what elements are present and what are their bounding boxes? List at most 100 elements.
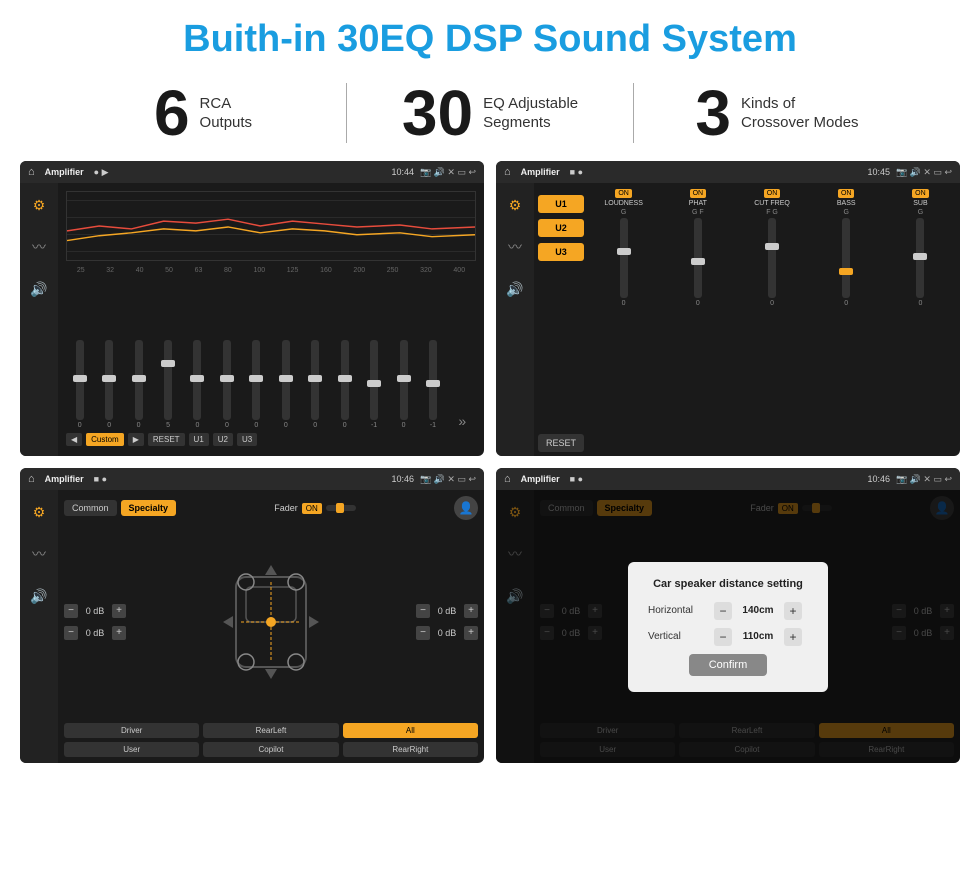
vertical-label: Vertical [648,631,708,642]
preset-u1[interactable]: U1 [538,195,584,213]
sub-slider[interactable] [916,218,924,298]
home-icon4[interactable]: ⌂ [504,473,511,485]
wave-icon[interactable]: 〰 [25,233,53,261]
cutfreq-on[interactable]: ON [764,189,781,198]
horizontal-value: 140cm [738,605,778,616]
loudness-on[interactable]: ON [615,189,632,198]
db-plus-4[interactable]: + [464,626,478,640]
db-val-4: 0 dB [433,628,461,638]
screen2-time: 10:45 [867,167,890,177]
bass-val: 0 [844,300,848,307]
screen3-main: Common Specialty Fader ON 👤 [58,490,484,763]
screen3-sidebar: ⚙ 〰 🔊 [20,490,58,763]
cutfreq-label: CUT FREQ [754,200,790,207]
avatar-btn[interactable]: 👤 [454,496,478,520]
horizontal-label: Horizontal [648,605,708,616]
screen1-topbar-icons: 📷 🔊 ✕ ▭ ↩ [420,167,476,178]
db-minus-4[interactable]: − [416,626,430,640]
home-icon[interactable]: ⌂ [28,166,35,178]
loudness-slider[interactable] [620,218,628,298]
screen1-sidebar: ⚙ 〰 🔊 [20,183,58,456]
dialog-box: Car speaker distance setting Horizontal … [628,562,828,692]
confirm-button[interactable]: Confirm [689,654,768,676]
eq-icon[interactable]: ⚙ [25,191,53,219]
sub-label: SUB [913,200,927,207]
db-plus-1[interactable]: + [112,604,126,618]
home-icon2[interactable]: ⌂ [504,166,511,178]
phat-label: PHAT [689,200,707,207]
db-minus-3[interactable]: − [416,604,430,618]
eq-sliders[interactable]: 0 0 0 5 0 0 0 0 0 0 -1 0 -1 » [66,280,476,429]
eq-chart [66,191,476,261]
db-minus-1[interactable]: − [64,604,78,618]
eq-freq-labels: 253240506380100125160200250320400 [66,267,476,274]
eq-bottom-bar[interactable]: ◀ Custom ▶ RESET U1 U2 U3 [66,429,476,448]
eq-u3-btn[interactable]: U3 [237,433,257,446]
eq-u2-btn[interactable]: U2 [213,433,233,446]
stat-crossover-label: Kinds ofCrossover Modes [741,94,859,133]
screen1-title: Amplifier [45,167,84,177]
tab-specialty[interactable]: Specialty [121,500,177,516]
eq-icon2[interactable]: ⚙ [501,191,529,219]
sub-g: G [918,209,923,216]
home-icon3[interactable]: ⌂ [28,473,35,485]
stat-rca: 6 RCAOutputs [60,81,346,145]
sub-val: 0 [918,300,922,307]
horizontal-plus[interactable]: + [784,602,802,620]
eq-u1-btn[interactable]: U1 [189,433,209,446]
stat-rca-number: 6 [154,81,190,145]
btn-user[interactable]: User [64,742,199,757]
bass-on[interactable]: ON [838,189,855,198]
cutfreq-fg: F G [766,209,778,216]
channel-sub: ON SUB G 0 [885,187,956,452]
btn-all[interactable]: All [343,723,478,738]
db-minus-2[interactable]: − [64,626,78,640]
screen4-time: 10:46 [867,474,890,484]
fader-label: Fader [274,503,298,513]
wave-icon3[interactable]: 〰 [25,540,53,568]
db-plus-3[interactable]: + [464,604,478,618]
cutfreq-val: 0 [770,300,774,307]
vertical-minus[interactable]: − [714,628,732,646]
phat-on[interactable]: ON [690,189,707,198]
eq-icon3[interactable]: ⚙ [25,498,53,526]
db-plus-2[interactable]: + [112,626,126,640]
btn-driver[interactable]: Driver [64,723,199,738]
cutfreq-slider[interactable] [768,218,776,298]
btn-copilot[interactable]: Copilot [203,742,338,757]
btn-rearright[interactable]: RearRight [343,742,478,757]
preset-u2[interactable]: U2 [538,219,584,237]
speaker-icon[interactable]: 🔊 [25,275,53,303]
fader-on-btn[interactable]: ON [302,503,322,514]
preset-u3[interactable]: U3 [538,243,584,261]
car-diagram [132,547,410,697]
screen1-topbar: ⌂ Amplifier ● ▶ 10:44 📷 🔊 ✕ ▭ ↩ [20,161,484,183]
sub-on[interactable]: ON [912,189,929,198]
screen2-status: ■ ● [570,167,583,177]
screen-eq: ⌂ Amplifier ● ▶ 10:44 📷 🔊 ✕ ▭ ↩ ⚙ 〰 🔊 [20,161,484,456]
speaker-icon2[interactable]: 🔊 [501,275,529,303]
btn-rearleft[interactable]: RearLeft [203,723,338,738]
wave-icon2[interactable]: 〰 [501,233,529,261]
screen3-bottom-btns[interactable]: Driver RearLeft All User Copilot RearRig… [64,723,478,757]
tab-common[interactable]: Common [64,500,117,516]
phat-slider[interactable] [694,218,702,298]
eq-play-btn[interactable]: ▶ [128,433,144,446]
dialog-overlay: Car speaker distance setting Horizontal … [496,490,960,763]
screen3-tabs[interactable]: Common Specialty [64,500,176,516]
phat-gf: G F [692,209,704,216]
horizontal-minus[interactable]: − [714,602,732,620]
dialog-horizontal-row: Horizontal − 140cm + [648,602,808,620]
bass-slider[interactable] [842,218,850,298]
screen1-main: 253240506380100125160200250320400 0 0 0 … [58,183,484,456]
reset-btn[interactable]: RESET [538,434,584,452]
screen-speaker: ⌂ Amplifier ■ ● 10:46 📷 🔊 ✕ ▭ ↩ ⚙ 〰 🔊 Co… [20,468,484,763]
loudness-label: LOUDNESS [604,200,643,207]
speaker-icon3[interactable]: 🔊 [25,582,53,610]
eq-prev-btn[interactable]: ◀ [66,433,82,446]
eq-reset-btn[interactable]: RESET [148,433,185,446]
channel-loudness: ON LOUDNESS G 0 [588,187,659,452]
eq-custom-btn[interactable]: Custom [86,433,124,446]
vertical-plus[interactable]: + [784,628,802,646]
screen3-status: ■ ● [94,474,107,484]
